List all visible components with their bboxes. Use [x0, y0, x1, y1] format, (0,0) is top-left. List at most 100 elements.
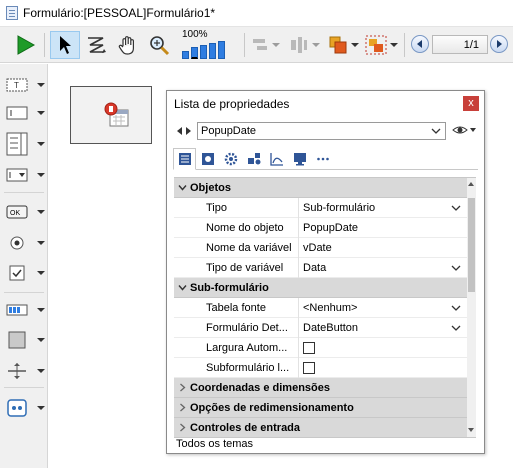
group-label: Objetos — [190, 181, 231, 194]
property-row-tabela-fonte[interactable]: Tabela fonte <Nenhum> — [174, 297, 467, 318]
zoom-level-selector[interactable] — [182, 41, 225, 59]
tab-display[interactable] — [196, 148, 219, 170]
tab-more[interactable] — [311, 148, 334, 170]
property-name: Nome do objeto — [174, 217, 299, 238]
property-name: Tabela fonte — [174, 297, 299, 318]
property-value-field[interactable]: vDate — [301, 238, 467, 258]
more-tab-icon — [316, 157, 329, 161]
property-value-dropdown[interactable]: Data — [301, 258, 467, 278]
button-tool[interactable]: OK — [6, 201, 46, 223]
pointer-icon — [60, 36, 71, 54]
zoom-level-icon — [209, 43, 216, 59]
largura-automatica-checkbox[interactable] — [303, 341, 315, 354]
form-document-icon — [6, 6, 18, 20]
property-row-subformulario-listado[interactable]: Subformulário l... — [174, 357, 467, 378]
chevron-down-icon — [451, 265, 461, 271]
group-label: Controles de entrada — [190, 421, 301, 434]
chevron-right-icon — [179, 423, 185, 432]
dropdown-tool[interactable] — [6, 164, 46, 186]
distribute-icon — [290, 37, 307, 53]
property-value: DateButton — [303, 321, 359, 334]
title-bar: Formulário:[PESSOAL]Formulário1* — [0, 0, 513, 26]
property-list-window: Lista de propriedades x PopupDate Objeto… — [166, 90, 485, 454]
next-object-icon[interactable] — [186, 127, 191, 135]
listbox-icon — [6, 132, 28, 156]
svg-text:T: T — [14, 81, 19, 90]
property-value-field[interactable]: PopupDate — [301, 218, 467, 238]
object-selector-dropdown[interactable]: PopupDate — [197, 122, 446, 140]
popup-date-subform-object[interactable] — [70, 86, 152, 144]
checkbox-tool[interactable] — [6, 262, 46, 284]
property-value-dropdown[interactable]: <Nenhum> — [301, 298, 467, 318]
pointer-tool-button[interactable] — [50, 31, 80, 59]
property-row-tipo-variavel[interactable]: Tipo de variável Data — [174, 257, 467, 278]
zoom-tool-button[interactable] — [146, 31, 172, 59]
splitter-tool[interactable] — [6, 360, 46, 382]
layer-button[interactable] — [326, 31, 360, 59]
property-row-nome-objeto[interactable]: Nome do objeto PopupDate — [174, 217, 467, 238]
property-row-formulario-detalhado[interactable]: Formulário Det... DateButton — [174, 317, 467, 338]
text-tool[interactable]: T — [6, 74, 46, 96]
close-button[interactable]: x — [463, 96, 479, 111]
plugin-area-tool[interactable] — [6, 397, 46, 419]
property-grid: Objetos Tipo Sub-formulário Nome do obje… — [174, 177, 476, 438]
tab-monitor[interactable] — [288, 148, 311, 170]
property-row-tipo[interactable]: Tipo Sub-formulário — [174, 197, 467, 218]
align-button[interactable] — [248, 31, 282, 59]
chart-tab-icon — [269, 153, 283, 166]
property-list-title: Lista de propriedades — [174, 97, 290, 111]
property-value: Data — [303, 261, 327, 274]
property-row-nome-variavel[interactable]: Nome da variável vDate — [174, 237, 467, 258]
property-value-checkbox-cell — [301, 358, 467, 378]
previous-page-icon — [417, 40, 422, 48]
scroll-down-icon[interactable] — [468, 428, 474, 432]
group-objetos[interactable]: Objetos — [174, 178, 467, 198]
zoom-level-icon — [218, 41, 225, 59]
group-sub-formulario[interactable]: Sub-formulário — [174, 278, 467, 298]
input-field-tool[interactable] — [6, 102, 46, 124]
group-icon — [365, 35, 386, 55]
property-value-dropdown[interactable]: DateButton — [301, 318, 467, 338]
close-icon: x — [468, 97, 474, 109]
distribute-button[interactable] — [286, 31, 322, 59]
progress-indicator-tool[interactable] — [6, 299, 46, 321]
next-page-button[interactable] — [490, 35, 508, 53]
svg-text:OK: OK — [10, 210, 20, 217]
group-coordenadas[interactable]: Coordenadas e dimensões — [174, 378, 467, 398]
tab-settings[interactable] — [219, 148, 242, 170]
previous-object-icon[interactable] — [177, 127, 182, 135]
subform-calendar-icon — [104, 102, 129, 127]
group-controles-entrada[interactable]: Controles de entrada — [174, 418, 467, 438]
property-theme-tabs — [173, 148, 478, 170]
monitor-tab-icon — [293, 153, 306, 166]
property-grid-scrollbar[interactable] — [467, 178, 476, 438]
text-tool-icon: T — [6, 78, 28, 92]
hand-tool-button[interactable] — [115, 31, 141, 59]
property-name: Tipo de variável — [174, 257, 299, 278]
toolbar-separator — [44, 33, 45, 57]
scrollbar-thumb[interactable] — [468, 198, 475, 292]
eye-icon[interactable] — [452, 124, 476, 136]
rectangle-tool[interactable] — [6, 329, 46, 351]
run-icon — [17, 35, 36, 55]
progress-indicator-icon — [6, 304, 28, 316]
entry-order-button[interactable] — [83, 31, 109, 59]
property-value-dropdown[interactable]: Sub-formulário — [301, 198, 467, 218]
radio-button-icon — [10, 236, 24, 250]
group-button[interactable] — [362, 31, 400, 59]
tab-list[interactable] — [173, 148, 196, 170]
chevron-down-icon — [431, 128, 441, 134]
listbox-tool[interactable] — [6, 130, 46, 158]
group-redimensionamento[interactable]: Opções de redimensionamento — [174, 398, 467, 418]
chevron-down-icon — [451, 325, 461, 331]
tab-chart[interactable] — [265, 148, 288, 170]
radio-button-tool[interactable] — [6, 232, 46, 254]
subformulario-checkbox[interactable] — [303, 361, 315, 374]
property-row-largura-automatica[interactable]: Largura Autom... — [174, 337, 467, 358]
splitter-tool-icon — [8, 363, 26, 379]
previous-page-button[interactable] — [411, 35, 429, 53]
tab-objects[interactable] — [242, 148, 265, 170]
scroll-up-icon[interactable] — [468, 182, 474, 186]
property-value: <Nenhum> — [303, 301, 358, 314]
run-form-button[interactable] — [12, 31, 38, 59]
